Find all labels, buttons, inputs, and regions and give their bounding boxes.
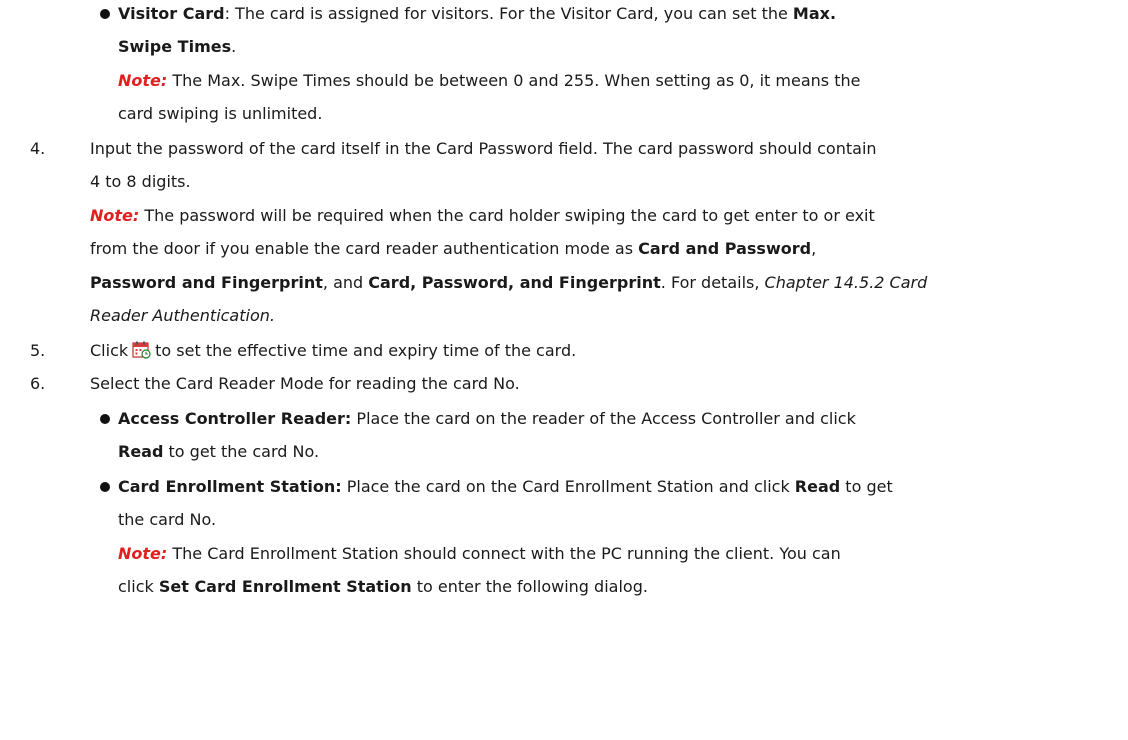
chapter-reference: Chapter 14.5.2 Card xyxy=(764,273,928,292)
visitor-card-line2: Swipe Times. xyxy=(118,37,237,56)
note-label: Note: xyxy=(118,544,168,563)
visitor-card-line1: Visitor Card: The card is assigned for v… xyxy=(118,4,837,23)
chapter-reference: Reader Authentication. xyxy=(90,306,275,325)
ces-note-line2: click Set Card Enrollment Station to ent… xyxy=(118,577,648,596)
step5-line: Click to set the effective time and expir… xyxy=(90,341,577,360)
step-number: 4. xyxy=(30,139,46,158)
ces-title: Card Enrollment Station: xyxy=(118,477,342,496)
ces-note-line1: Note: The Card Enrollment Station should… xyxy=(118,544,841,563)
step4-line1: Input the password of the card itself in… xyxy=(90,139,877,158)
step4-line2: 4 to 8 digits. xyxy=(90,172,191,191)
visitor-note-line2: card swiping is unlimited. xyxy=(118,104,323,123)
step4-note-line1: Note: The password will be required when… xyxy=(90,206,875,225)
note-label: Note: xyxy=(90,206,140,225)
visitor-card-title: Visitor Card xyxy=(118,4,225,23)
bullet-dot xyxy=(100,9,110,19)
step-number: 5. xyxy=(30,341,46,360)
step4-note-line2: from the door if you enable the card rea… xyxy=(90,239,817,258)
acr-line2: Read to get the card No. xyxy=(118,442,320,461)
step-number: 6. xyxy=(30,374,46,393)
step4-note-line4: Reader Authentication. xyxy=(90,305,275,327)
step4-note-line3: Password and Fingerprint, and Card, Pass… xyxy=(90,273,928,292)
ces-line2: the card No. xyxy=(118,510,217,529)
acr-title: Access Controller Reader: xyxy=(118,409,352,428)
note-label: Note: xyxy=(118,71,168,90)
step6-line: Select the Card Reader Mode for reading … xyxy=(90,374,520,393)
bullet-dot xyxy=(100,414,110,424)
bullet-dot xyxy=(100,482,110,492)
acr-line1: Access Controller Reader: Place the card… xyxy=(118,409,856,428)
visitor-note-line1: Note: The Max. Swipe Times should be bet… xyxy=(118,71,861,90)
ces-line1: Card Enrollment Station: Place the card … xyxy=(118,477,893,496)
calendar-icon xyxy=(132,341,151,359)
